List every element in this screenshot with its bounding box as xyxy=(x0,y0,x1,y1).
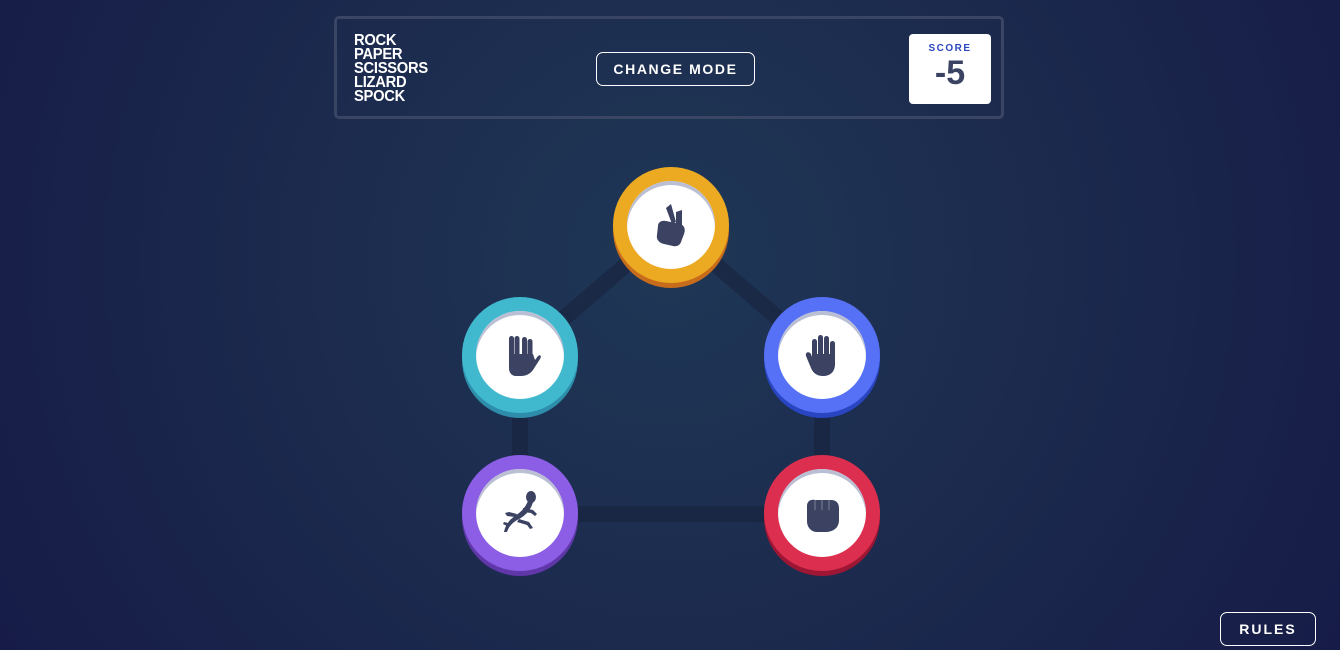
spock-token[interactable] xyxy=(462,297,578,413)
scissors-token-face xyxy=(627,181,715,269)
paper-token-face xyxy=(778,311,866,399)
score-box: SCORE -5 xyxy=(909,34,991,104)
spock-token-face xyxy=(476,311,564,399)
scissors-hand-icon xyxy=(656,204,685,247)
title-line-spock: SPOCK xyxy=(354,88,405,105)
game-title: ROCK PAPER SCISSORS LIZARD SPOCK xyxy=(354,33,428,105)
game-header: ROCK PAPER SCISSORS LIZARD SPOCK CHANGE … xyxy=(334,16,1004,119)
score-label: SCORE xyxy=(928,43,972,54)
lizard-token[interactable] xyxy=(462,455,578,571)
vulcan-salute-icon xyxy=(509,336,541,376)
rock-token-face xyxy=(778,469,866,557)
lizard-token-face xyxy=(476,469,564,557)
score-value: -5 xyxy=(934,54,966,92)
change-mode-button[interactable]: CHANGE MODE xyxy=(596,52,755,86)
lizard-icon xyxy=(503,491,537,532)
scissors-token[interactable] xyxy=(613,167,729,283)
fist-icon xyxy=(807,499,839,532)
rules-button[interactable]: RULES xyxy=(1220,612,1316,646)
open-hand-icon xyxy=(805,335,835,376)
rock-token[interactable] xyxy=(764,455,880,571)
paper-token[interactable] xyxy=(764,297,880,413)
